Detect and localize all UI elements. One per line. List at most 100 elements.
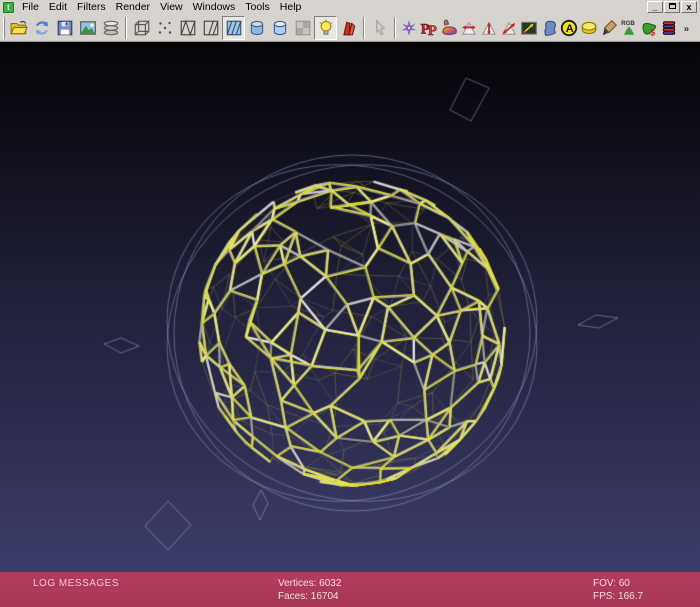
menu-item-help[interactable]: Help: [275, 1, 307, 13]
sections-tool-button[interactable]: [579, 16, 599, 40]
svg-text:»: »: [684, 23, 689, 34]
close-window-button[interactable]: x: [681, 1, 697, 13]
log-messages-label[interactable]: LOG MESSAGES: [33, 578, 119, 589]
measure-tool-2-button[interactable]: [479, 16, 499, 40]
toolbar-separator: [363, 17, 365, 39]
show-layers-button[interactable]: [99, 16, 122, 40]
measure-tool-1-button[interactable]: [459, 16, 479, 40]
faces-label: Faces:: [278, 591, 308, 602]
edit-pick-button[interactable]: [368, 16, 391, 40]
redarrows2-icon: [480, 19, 498, 37]
mesh-stats: Vertices: 6032 Faces: 16704: [278, 577, 341, 603]
points-icon: [156, 19, 174, 37]
light-on-off-button[interactable]: [314, 16, 337, 40]
draw-hidden-lines-button[interactable]: [199, 16, 222, 40]
menu-item-filters[interactable]: Filters: [72, 1, 111, 13]
toolbar-separator: [394, 17, 396, 39]
folder-icon: [10, 19, 28, 37]
circleA-icon: A: [560, 19, 578, 37]
menu-item-windows[interactable]: Windows: [188, 1, 241, 13]
texture-icon: [294, 19, 312, 37]
splat-render-button[interactable]: [399, 16, 419, 40]
toolbar-grip[interactable]: [3, 17, 5, 39]
floppy-icon: [56, 19, 74, 37]
bulb-icon: [317, 19, 335, 37]
bunny-icon: [440, 19, 458, 37]
vertices-label: Vertices:: [278, 578, 316, 589]
draw-points-button[interactable]: [153, 16, 176, 40]
rgb-tri-button[interactable]: RGB: [619, 16, 639, 40]
menu-bar: t FileEditFiltersRenderViewWindowsToolsH…: [0, 0, 700, 14]
restore-icon: [669, 3, 676, 9]
svg-text:$: $: [650, 27, 655, 37]
viewport: [0, 42, 700, 572]
menu-item-file[interactable]: File: [17, 1, 44, 13]
cursor-icon: [371, 19, 389, 37]
open-mesh-button[interactable]: [7, 16, 30, 40]
texture-param-button[interactable]: [519, 16, 539, 40]
rgb-icon: RGB: [620, 19, 638, 37]
measure-tool-3-button[interactable]: [499, 16, 519, 40]
fan-icon: [340, 19, 358, 37]
draw-flat-button[interactable]: [245, 16, 268, 40]
draw-bbox-button[interactable]: [130, 16, 153, 40]
reload-icon: [33, 19, 51, 37]
ambient-occlusion-button[interactable]: A: [559, 16, 579, 40]
flatlines-icon: [225, 19, 243, 37]
cyl2-icon: [271, 19, 289, 37]
status-bar: LOG MESSAGES Vertices: 6032 Faces: 16704…: [0, 572, 700, 607]
draw-wireframe-button[interactable]: [176, 16, 199, 40]
hiddenbox-icon: [202, 19, 220, 37]
show-normals-button[interactable]: [539, 16, 559, 40]
toolbar-separator: [125, 17, 127, 39]
fps-value: 166.7: [618, 591, 643, 602]
fancy-lighting-button[interactable]: [337, 16, 360, 40]
redstack-icon: [660, 19, 678, 37]
colorize-mesh-button[interactable]: [439, 16, 459, 40]
app-icon[interactable]: t: [3, 2, 14, 13]
viewport-canvas[interactable]: [0, 42, 700, 572]
disc-icon: [580, 19, 598, 37]
menu-item-view[interactable]: View: [155, 1, 188, 13]
chev-icon: »: [682, 21, 696, 35]
splat-icon: [400, 19, 418, 37]
fov-value: 60: [619, 578, 630, 589]
snapshot-button[interactable]: [76, 16, 99, 40]
redarrows-icon: [460, 19, 478, 37]
pp-icon: PP: [420, 19, 438, 37]
faces-value: 16704: [311, 591, 339, 602]
paint-tool-button[interactable]: [599, 16, 619, 40]
draw-flat-lines-button[interactable]: [222, 16, 245, 40]
layer-stack-button[interactable]: [659, 16, 679, 40]
bbox-icon: [133, 19, 151, 37]
svg-text:P: P: [428, 22, 437, 36]
svg-text:A: A: [566, 22, 574, 34]
fov-label: FOV:: [593, 578, 616, 589]
handdollar-icon: $: [640, 19, 658, 37]
brush-icon: [600, 19, 618, 37]
quality-mapper-button[interactable]: $: [639, 16, 659, 40]
cyl-icon: [248, 19, 266, 37]
svg-text:RGB: RGB: [621, 20, 635, 27]
draw-smooth-button[interactable]: [268, 16, 291, 40]
menu-item-edit[interactable]: Edit: [44, 1, 72, 13]
menu-item-tools[interactable]: Tools: [240, 1, 275, 13]
toolbar-overflow-1-button[interactable]: »: [679, 16, 699, 40]
redarrows3-icon: [500, 19, 518, 37]
greenquad-icon: [520, 19, 538, 37]
head-icon: [540, 19, 558, 37]
reload-mesh-button[interactable]: [30, 16, 53, 40]
draw-texture-button[interactable]: [291, 16, 314, 40]
toolbar: PPARGB$»»: [0, 14, 700, 42]
restore-window-button[interactable]: [664, 1, 680, 13]
vertices-value: 6032: [319, 578, 341, 589]
view-stats: FOV: 60 FPS: 166.7: [593, 577, 643, 603]
layers-icon: [102, 19, 120, 37]
meshlab-window: t FileEditFiltersRenderViewWindowsToolsH…: [0, 0, 700, 607]
pp-plugin-button[interactable]: PP: [419, 16, 439, 40]
fps-label: FPS:: [593, 591, 615, 602]
menu-item-render[interactable]: Render: [111, 1, 155, 13]
minimize-window-button[interactable]: _: [647, 1, 663, 13]
save-mesh-button[interactable]: [53, 16, 76, 40]
wirebox-icon: [179, 19, 197, 37]
